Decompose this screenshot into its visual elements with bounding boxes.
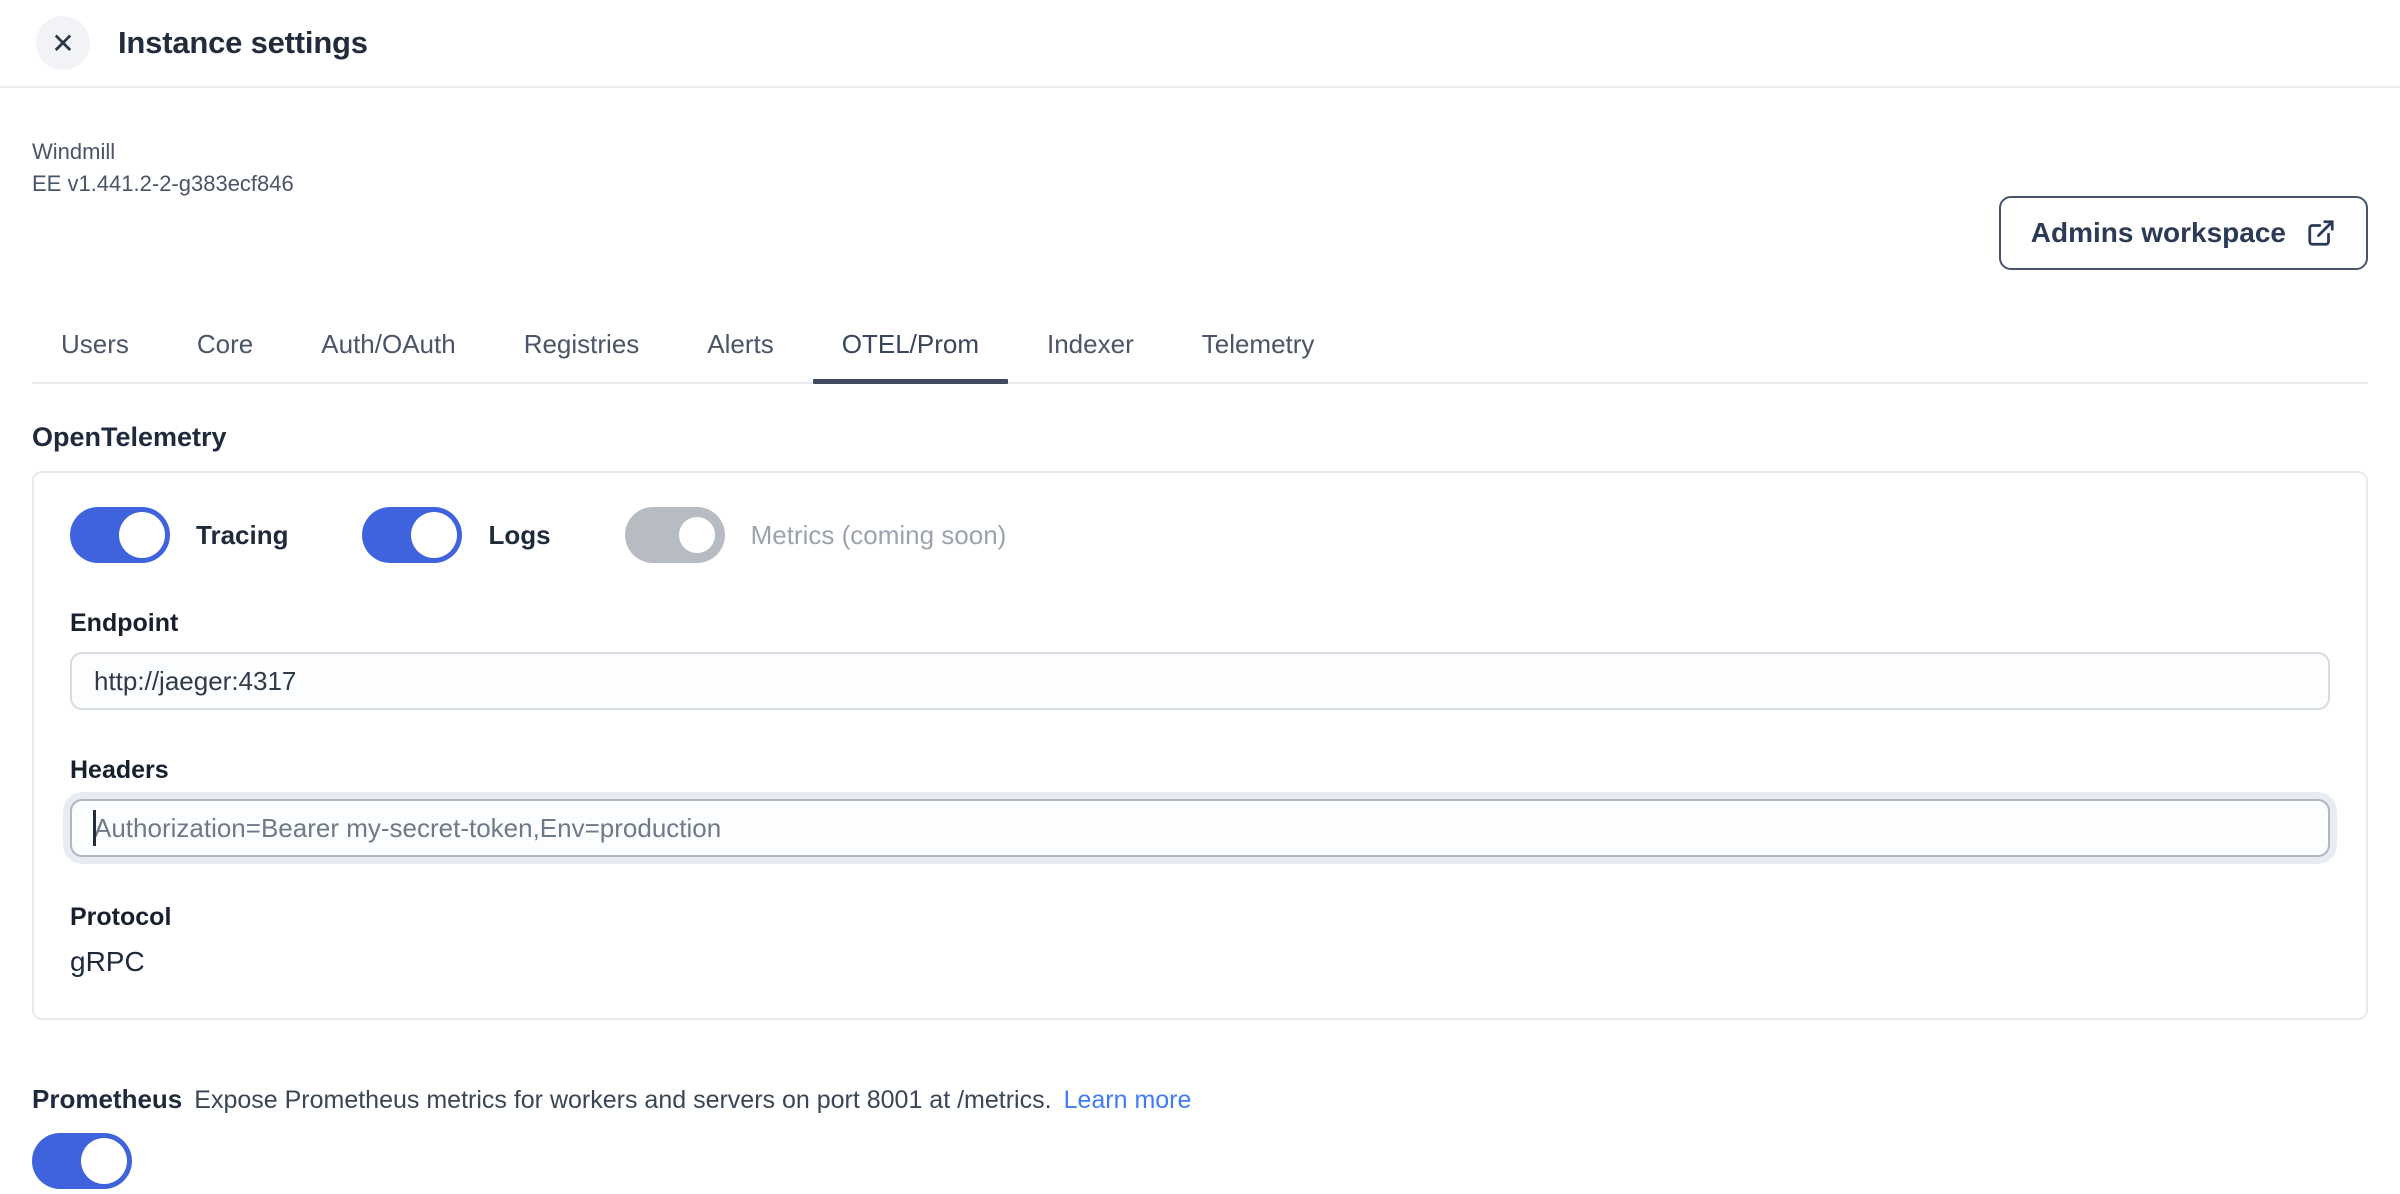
learn-more-link[interactable]: Learn more [1064, 1086, 1192, 1115]
metrics-toggle-group: Metrics (coming soon) [625, 507, 1007, 563]
admins-workspace-button[interactable]: Admins workspace [1999, 196, 2368, 270]
otel-prom-tab-panel: OpenTelemetry Tracing Logs Metrics (comi… [0, 422, 2400, 1194]
endpoint-field: Endpoint [70, 609, 2330, 710]
metrics-toggle-label: Metrics (coming soon) [751, 520, 1007, 551]
metrics-toggle [625, 507, 725, 563]
logs-toggle-label: Logs [488, 520, 550, 551]
logs-toggle[interactable] [362, 507, 462, 563]
tab-auth-oauth[interactable]: Auth/OAuth [292, 326, 484, 382]
prometheus-heading: Prometheus [32, 1084, 182, 1115]
close-icon: ✕ [51, 27, 74, 60]
tab-alerts[interactable]: Alerts [678, 326, 802, 382]
tracing-toggle-label: Tracing [196, 520, 288, 551]
toggle-knob [411, 512, 457, 558]
tab-telemetry[interactable]: Telemetry [1173, 326, 1344, 382]
protocol-value: gRPC [70, 946, 2330, 978]
tracing-toggle-group: Tracing [70, 507, 288, 563]
headers-label: Headers [70, 756, 2330, 785]
opentelemetry-heading: OpenTelemetry [32, 422, 2368, 453]
tab-indexer[interactable]: Indexer [1018, 326, 1163, 382]
otel-toggle-row: Tracing Logs Metrics (coming soon) [70, 507, 2330, 563]
settings-tab-bar: Users Core Auth/OAuth Registries Alerts … [32, 326, 2368, 384]
external-link-icon [2306, 218, 2336, 248]
app-name: Windmill [32, 136, 2400, 168]
tab-registries[interactable]: Registries [495, 326, 669, 382]
toggle-knob [119, 512, 165, 558]
opentelemetry-panel: Tracing Logs Metrics (coming soon) Endpo… [32, 471, 2368, 1020]
headers-field: Headers [70, 756, 2330, 857]
prometheus-section: Prometheus Expose Prometheus metrics for… [32, 1084, 2368, 1194]
text-caret [93, 810, 96, 846]
modal-header: ✕ Instance settings [0, 0, 2400, 88]
endpoint-label: Endpoint [70, 609, 2330, 638]
page-title: Instance settings [118, 25, 368, 61]
prometheus-description: Expose Prometheus metrics for workers an… [194, 1086, 1051, 1115]
tab-core[interactable]: Core [168, 326, 282, 382]
toggle-knob [81, 1138, 127, 1184]
tab-otel-prom[interactable]: OTEL/Prom [813, 326, 1008, 382]
endpoint-input[interactable] [70, 652, 2330, 710]
toggle-knob [674, 512, 720, 558]
version-block: Windmill EE v1.441.2-2-g383ecf846 [32, 136, 2400, 200]
tab-users[interactable]: Users [32, 326, 158, 382]
prometheus-toggle[interactable] [32, 1133, 132, 1189]
protocol-label: Protocol [70, 903, 2330, 932]
close-button[interactable]: ✕ [36, 16, 90, 70]
protocol-field: Protocol gRPC [70, 903, 2330, 978]
tracing-toggle[interactable] [70, 507, 170, 563]
admins-workspace-label: Admins workspace [2031, 217, 2286, 249]
logs-toggle-group: Logs [362, 507, 550, 563]
headers-input[interactable] [70, 799, 2330, 857]
